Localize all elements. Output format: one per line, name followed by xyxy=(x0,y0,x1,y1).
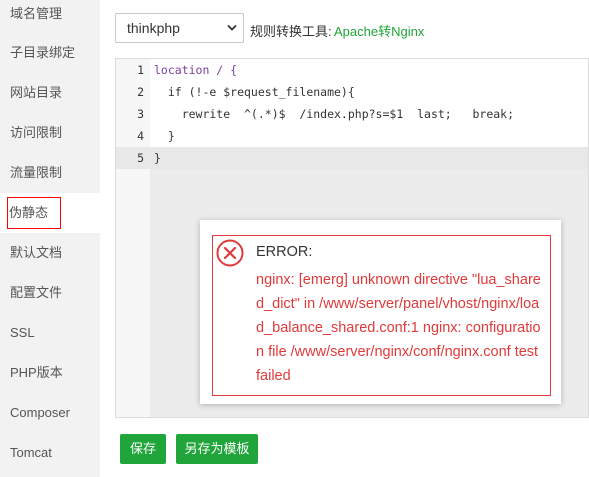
code-text: if (!-e $request_filename){ xyxy=(154,85,355,99)
error-message: nginx: [emerg] unknown directive "lua_sh… xyxy=(256,272,541,384)
line-number: 1 xyxy=(137,63,144,77)
error-circle-x-icon xyxy=(216,239,244,267)
sidebar-item-domain[interactable]: 域名管理 xyxy=(0,0,100,32)
error-dialog: ERROR: nginx: [emerg] unknown directive … xyxy=(200,220,561,404)
sidebar-item-label: 流量限制 xyxy=(10,165,63,180)
sidebar-item-subdir-binding[interactable]: 子目录绑定 xyxy=(0,33,100,73)
sidebar-item-label: 配置文件 xyxy=(10,285,63,300)
code-line: rewrite ^(.*)$ /index.php?s=$1 last; bre… xyxy=(150,103,588,125)
code-area[interactable]: location / { if (!-e $request_filename){… xyxy=(150,59,588,169)
chevron-down-icon xyxy=(227,24,237,31)
sidebar-item-label: 访问限制 xyxy=(10,125,63,140)
sidebar-item-site-dir[interactable]: 网站目录 xyxy=(0,73,100,113)
apache-to-nginx-link[interactable]: Apache转Nginx xyxy=(334,21,424,40)
line-number: 2 xyxy=(137,85,144,99)
sidebar-item-rewrite[interactable]: 伪静态 xyxy=(0,193,100,233)
sidebar-item-composer[interactable]: Composer xyxy=(0,393,100,433)
sidebar-item-config-file[interactable]: 配置文件 xyxy=(0,273,100,313)
sidebar: 域名管理 子目录绑定 网站目录 访问限制 流量限制 伪静态 默认文档 配置文件 … xyxy=(0,0,100,477)
code-line: } xyxy=(150,125,588,147)
code-text: rewrite ^(.*)$ /index.php?s=$1 last; bre… xyxy=(154,107,515,121)
sidebar-item-tomcat[interactable]: Tomcat xyxy=(0,433,100,473)
rewrite-template-select[interactable]: thinkphp xyxy=(115,13,244,43)
error-title: ERROR: xyxy=(256,244,313,260)
code-text: location / { xyxy=(154,63,238,77)
sidebar-item-label: PHP版本 xyxy=(10,365,63,380)
code-line: location / { xyxy=(150,59,588,81)
code-text: } xyxy=(154,129,175,143)
sidebar-item-label: Tomcat xyxy=(10,445,52,460)
sidebar-item-label: SSL xyxy=(10,325,35,340)
code-line-active: } xyxy=(150,147,588,169)
sidebar-item-default-doc[interactable]: 默认文档 xyxy=(0,233,100,273)
sidebar-item-label: 域名管理 xyxy=(10,6,63,21)
line-number: 3 xyxy=(137,107,144,121)
select-value: thinkphp xyxy=(127,20,180,36)
sidebar-item-label: 伪静态 xyxy=(7,197,62,229)
line-number: 5 xyxy=(116,147,150,169)
sidebar-item-php-version[interactable]: PHP版本 xyxy=(0,353,100,393)
sidebar-item-traffic-limit[interactable]: 流量限制 xyxy=(0,153,100,193)
code-text: } xyxy=(154,151,161,165)
line-number: 4 xyxy=(137,129,144,143)
sidebar-item-label: 子目录绑定 xyxy=(10,45,76,60)
sidebar-item-label: 网站目录 xyxy=(10,85,63,100)
sidebar-item-label: Composer xyxy=(10,405,70,420)
save-button[interactable]: 保存 xyxy=(120,434,166,464)
error-box: ERROR: nginx: [emerg] unknown directive … xyxy=(212,235,551,396)
sidebar-item-ssl[interactable]: SSL xyxy=(0,313,100,353)
rule-convert-label: 规则转换工具: xyxy=(250,24,332,39)
sidebar-item-label: 默认文档 xyxy=(10,245,63,260)
code-line: if (!-e $request_filename){ xyxy=(150,81,588,103)
save-as-template-button[interactable]: 另存为模板 xyxy=(176,434,258,464)
sidebar-item-access-limit[interactable]: 访问限制 xyxy=(0,113,100,153)
